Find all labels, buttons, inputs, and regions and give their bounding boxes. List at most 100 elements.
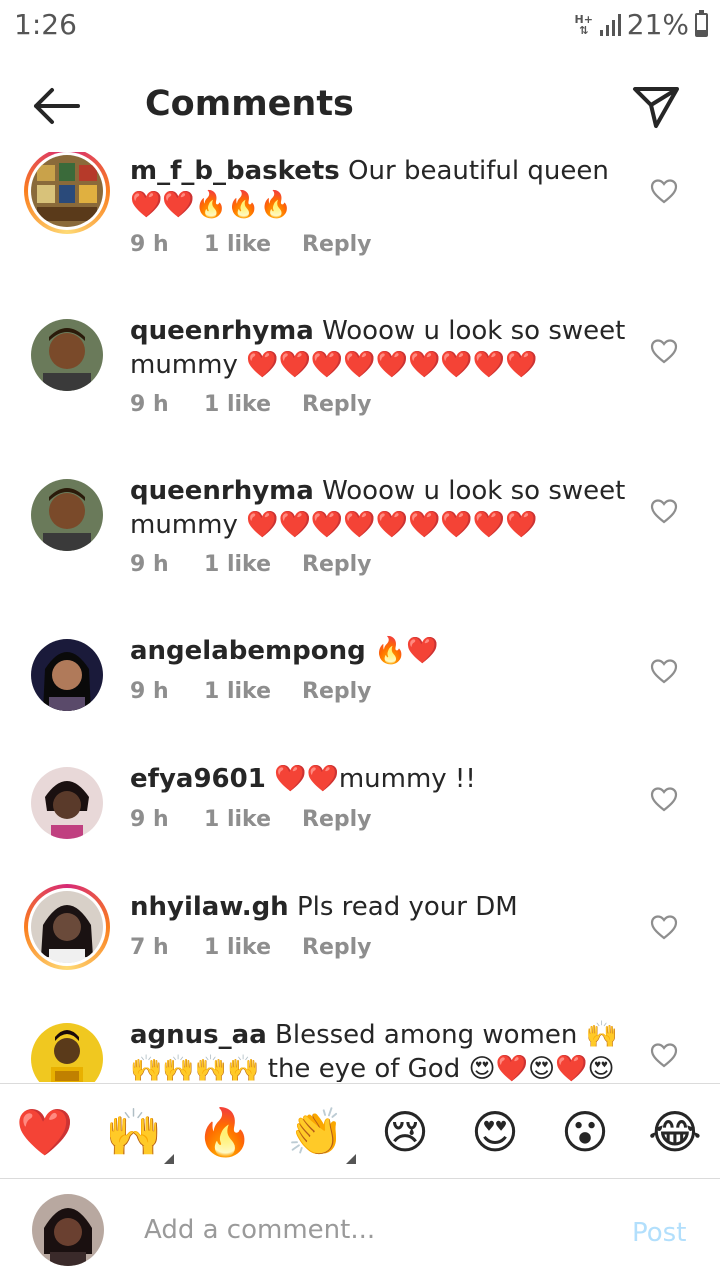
comment-body: agnus_aa Blessed among women 🙌🙌🙌🙌🙌 the e… — [130, 1018, 630, 1082]
reply-button[interactable]: Reply — [302, 552, 372, 577]
avatar[interactable] — [24, 884, 110, 970]
emoji-heart-button[interactable]: ❤️ — [15, 1102, 75, 1162]
own-avatar — [32, 1194, 104, 1266]
emoji-raised-hands-glyph: 🙌 — [105, 1105, 163, 1159]
status-time: 1:26 — [14, 8, 77, 41]
comment-body: m_f_b_baskets Our beautiful queen ❤️❤️🔥🔥… — [130, 154, 630, 222]
comment-time: 9 h — [130, 392, 169, 417]
arrow-left-icon — [34, 88, 80, 124]
like-comment-button[interactable] — [650, 786, 678, 812]
avatar-photo — [31, 639, 103, 711]
comment-time: 9 h — [130, 232, 169, 257]
comment-username[interactable]: angelabempong — [130, 636, 366, 666]
skin-tone-caret-icon — [346, 1154, 356, 1164]
heart-outline-icon — [650, 179, 678, 204]
comment-likes[interactable]: 1 like — [204, 679, 302, 704]
comment-meta: 9 h 1 like Reply — [130, 232, 372, 257]
comment-username[interactable]: nhyilaw.gh — [130, 892, 289, 922]
page-title: Comments — [145, 84, 354, 124]
emoji-fire-button[interactable]: 🔥 — [195, 1102, 255, 1162]
comment-meta: 9 h 1 like Reply — [130, 552, 372, 577]
comment-meta: 7 h 1 like Reply — [130, 935, 372, 960]
battery-percentage: 21% — [626, 8, 689, 41]
comment-text: Pls read your DM — [296, 892, 518, 922]
reply-button[interactable]: Reply — [302, 392, 372, 417]
avatar[interactable] — [24, 760, 110, 846]
emoji-clap-glyph: 👏 — [287, 1105, 345, 1159]
comment-body: nhyilaw.gh Pls read your DM — [130, 890, 630, 924]
emoji-heart-eyes-button[interactable]: 😍 — [465, 1102, 525, 1162]
like-comment-button[interactable] — [650, 914, 678, 940]
comment-meta: 9 h 1 like Reply — [130, 679, 372, 704]
heart-outline-icon — [650, 659, 678, 684]
signal-strength-icon — [599, 13, 621, 36]
like-comment-button[interactable] — [650, 658, 678, 684]
battery-fill — [697, 30, 706, 35]
comment-text: 🔥❤️ — [373, 636, 439, 666]
emoji-raised-hands-button[interactable]: 🙌 — [104, 1102, 174, 1164]
comment-username[interactable]: queenrhyma — [130, 316, 314, 346]
avatar-photo — [31, 155, 103, 227]
comment-input[interactable] — [144, 1210, 584, 1250]
comment-likes[interactable]: 1 like — [204, 935, 302, 960]
comment-time: 9 h — [130, 807, 169, 832]
paper-plane-icon — [633, 87, 679, 128]
avatar-photo — [31, 479, 103, 551]
heart-outline-icon — [650, 1043, 678, 1068]
skin-tone-caret-icon — [164, 1154, 174, 1164]
emoji-crying-button[interactable]: 😢 — [375, 1102, 435, 1162]
comment-time: 9 h — [130, 679, 169, 704]
comment-list[interactable]: m_f_b_baskets Our beautiful queen ❤️❤️🔥🔥… — [0, 152, 720, 1082]
emoji-laughing-button[interactable]: 😂 — [645, 1102, 705, 1162]
avatar-photo — [31, 319, 103, 391]
comment-meta: 9 h 1 like Reply — [130, 807, 372, 832]
post-button[interactable]: Post — [632, 1218, 686, 1248]
header: Comments — [0, 60, 720, 152]
comment-likes[interactable]: 1 like — [204, 807, 302, 832]
reply-button[interactable]: Reply — [302, 935, 372, 960]
avatar[interactable] — [24, 152, 110, 234]
comment-username[interactable]: queenrhyma — [130, 476, 314, 506]
comment-body: angelabempong 🔥❤️ — [130, 634, 630, 668]
comment-time: 7 h — [130, 935, 169, 960]
avatar[interactable] — [24, 472, 110, 558]
avatar[interactable] — [24, 312, 110, 398]
comment-username[interactable]: m_f_b_baskets — [130, 156, 340, 186]
like-comment-button[interactable] — [650, 1042, 678, 1068]
comment-composer: Post — [0, 1180, 720, 1280]
back-button[interactable] — [30, 86, 82, 126]
reply-button[interactable]: Reply — [302, 679, 372, 704]
comment-likes[interactable]: 1 like — [204, 392, 302, 417]
comment-time: 9 h — [130, 552, 169, 577]
heart-outline-icon — [650, 339, 678, 364]
avatar-photo — [31, 767, 103, 839]
comment-username[interactable]: efya9601 — [130, 764, 266, 794]
like-comment-button[interactable] — [650, 498, 678, 524]
avatar-photo — [31, 891, 103, 963]
heart-outline-icon — [650, 499, 678, 524]
comment-meta: 9 h 1 like Reply — [130, 392, 372, 417]
like-comment-button[interactable] — [650, 178, 678, 204]
share-button[interactable] — [630, 80, 682, 132]
heart-outline-icon — [650, 787, 678, 812]
avatar[interactable] — [24, 632, 110, 718]
comment-username[interactable]: agnus_aa — [130, 1020, 267, 1050]
emoji-surprised-button[interactable]: 😮 — [555, 1102, 615, 1162]
comment-body: queenrhyma Wooow u look so sweet mummy ❤… — [130, 314, 630, 382]
network-type-indicator: H+ ⇅ — [574, 14, 594, 36]
status-bar: 1:26 H+ ⇅ 21% — [0, 0, 720, 52]
comment-likes[interactable]: 1 like — [204, 552, 302, 577]
avatar[interactable] — [24, 1016, 110, 1082]
heart-outline-icon — [650, 915, 678, 940]
comment-likes[interactable]: 1 like — [204, 232, 302, 257]
comment-text: ❤️❤️mummy !! — [274, 764, 476, 794]
comment-body: efya9601 ❤️❤️mummy !! — [130, 762, 630, 796]
avatar-photo — [31, 1023, 103, 1082]
network-type-label: H+ — [574, 12, 593, 26]
reply-button[interactable]: Reply — [302, 232, 372, 257]
like-comment-button[interactable] — [650, 338, 678, 364]
comment-body: queenrhyma Wooow u look so sweet mummy ❤… — [130, 474, 630, 542]
reply-button[interactable]: Reply — [302, 807, 372, 832]
emoji-clap-button[interactable]: 👏 — [286, 1102, 356, 1164]
battery-icon — [695, 9, 708, 37]
